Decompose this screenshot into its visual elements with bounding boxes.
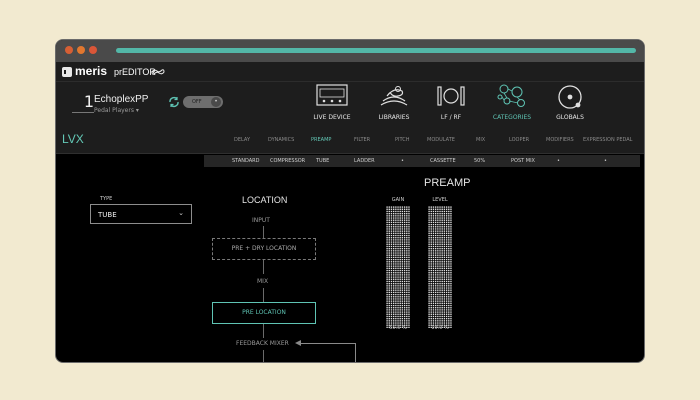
brand-bar: meris prEDITOR: [56, 62, 644, 82]
preset-number[interactable]: 1: [72, 92, 94, 113]
type-summary-bar: STANDARD COMPRESSOR TUBE LADDER • CASSET…: [204, 155, 640, 167]
zoom-window-button[interactable]: [89, 46, 97, 54]
tab-preamp[interactable]: PREAMP: [311, 137, 331, 143]
tab-delay[interactable]: DELAY: [234, 137, 250, 143]
input-label: INPUT: [252, 217, 270, 224]
lfrf-icon: [437, 86, 465, 106]
globals-icon: [558, 85, 582, 109]
type-cell[interactable]: STANDARD: [232, 158, 260, 164]
link-icon[interactable]: [151, 68, 165, 76]
device-name: LVX: [62, 132, 84, 146]
flow-connector: [263, 288, 264, 302]
feedback-line: [355, 343, 356, 362]
preset-bank-label: Pedal Players: [94, 107, 134, 114]
type-cell[interactable]: COMPRESSOR: [270, 158, 305, 164]
preamp-title: PREAMP: [424, 177, 471, 189]
type-cell[interactable]: LADDER: [354, 158, 375, 164]
nav-libraries[interactable]: LIBRARIES: [366, 82, 422, 126]
tab-modifiers[interactable]: MODIFIERS: [546, 137, 574, 143]
nav-globals[interactable]: GLOBALS: [542, 82, 598, 126]
type-cell[interactable]: •: [604, 158, 607, 164]
type-cell[interactable]: POST MIX: [511, 158, 535, 164]
live-device-icon: [316, 84, 348, 106]
gain-label: GAIN: [391, 197, 405, 203]
level-meter[interactable]: [428, 206, 452, 328]
level-label: LEVEL: [432, 197, 448, 203]
preset-bank-dropdown[interactable]: Pedal Players ▾: [94, 107, 139, 114]
type-select-value: TUBE: [98, 211, 117, 219]
type-cell[interactable]: TUBE: [316, 158, 329, 164]
location-title: LOCATION: [242, 195, 288, 205]
pre-location-label: PRE LOCATION: [242, 309, 286, 316]
category-tabs-bar: LVX DELAY DYNAMICS PREAMP FILTER PITCH M…: [56, 126, 644, 154]
type-select[interactable]: TUBE ⌄: [90, 204, 192, 224]
minimize-window-button[interactable]: [77, 46, 85, 54]
gain-meter-fill: [386, 206, 410, 328]
address-bar[interactable]: [116, 48, 636, 53]
chevron-down-icon: ⌄: [178, 209, 184, 217]
tab-filter[interactable]: FILTER: [354, 137, 370, 143]
tab-dynamics[interactable]: DYNAMICS: [268, 137, 294, 143]
bypass-toggle-label: OFF: [192, 99, 202, 105]
flow-connector: [263, 260, 264, 274]
feedback-line: [300, 343, 356, 344]
tab-modulate[interactable]: MODULATE: [427, 137, 455, 143]
nav-label: LIBRARIES: [378, 114, 410, 121]
libraries-icon: [380, 86, 408, 106]
type-cell[interactable]: 50%: [474, 158, 485, 164]
flow-connector: [263, 226, 264, 238]
categories-icon: [497, 84, 525, 107]
meris-logo-icon: [62, 67, 74, 77]
tab-looper[interactable]: LOOPER: [509, 137, 529, 143]
flow-connector: [263, 324, 264, 338]
preset-name[interactable]: EchoplexPP: [94, 94, 148, 105]
flow-connector: [263, 350, 264, 362]
level-value: 19.9 %: [431, 325, 449, 331]
nav-lf-rf[interactable]: LF / RF: [423, 82, 479, 126]
feedback-mixer-label: FEEDBACK MIXER: [236, 340, 289, 347]
type-cell[interactable]: CASSETTE: [430, 158, 456, 164]
gain-meter[interactable]: [386, 206, 410, 328]
type-cell[interactable]: •: [401, 158, 404, 164]
nav-label: LF / RF: [440, 114, 462, 121]
product-name: prEDITOR: [114, 67, 156, 77]
type-label: TYPE: [100, 196, 113, 202]
pre-location-option[interactable]: PRE LOCATION: [212, 302, 316, 324]
nav-label: LIVE DEVICE: [313, 114, 351, 121]
mix-label: MIX: [257, 278, 269, 285]
tab-mix[interactable]: MIX: [476, 137, 485, 143]
pre-dry-location-option[interactable]: PRE + DRY LOCATION: [212, 238, 316, 260]
preset-header: 1 EchoplexPP Pedal Players ▾ OFF • LIVE …: [56, 82, 644, 126]
nav-label: CATEGORIES: [492, 114, 532, 121]
sync-icon[interactable]: [168, 96, 180, 108]
window-titlebar: [56, 40, 644, 62]
tab-pitch[interactable]: PITCH: [395, 137, 410, 143]
nav-live-device[interactable]: LIVE DEVICE: [304, 82, 360, 126]
nav-label: GLOBALS: [556, 114, 584, 121]
gain-value: 55.5 %: [389, 325, 407, 331]
close-window-button[interactable]: [65, 46, 73, 54]
tab-expression-pedal[interactable]: EXPRESSION PEDAL: [583, 137, 632, 143]
nav-categories[interactable]: CATEGORIES: [484, 82, 540, 126]
toggle-knob: •: [211, 97, 221, 107]
brand-name: meris: [75, 64, 108, 78]
pre-dry-location-label: PRE + DRY LOCATION: [231, 245, 297, 252]
level-meter-fill: [428, 206, 452, 328]
type-cell[interactable]: •: [557, 158, 560, 164]
app-window: meris prEDITOR 1 EchoplexPP Pedal Player…: [55, 39, 645, 363]
bypass-toggle[interactable]: OFF •: [183, 96, 223, 108]
